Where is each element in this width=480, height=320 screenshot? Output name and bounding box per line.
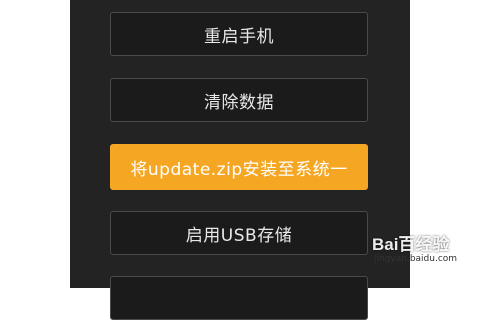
wipe-data-button[interactable]: 清除数据 (110, 78, 368, 122)
next-menu-button[interactable] (110, 276, 368, 320)
install-update-zip-button[interactable]: 将update.zip安装至系统一 (110, 144, 368, 190)
baidu-jingyan-watermark: Bai百经验 jingyan.baidu.com (370, 222, 466, 270)
recovery-screen: 重启手机 清除数据 将update.zip安装至系统一 启用USB存储 (70, 0, 410, 288)
watermark-url: jingyan.baidu.com (374, 254, 457, 264)
reboot-phone-button[interactable]: 重启手机 (110, 12, 368, 56)
enable-usb-storage-button[interactable]: 启用USB存储 (110, 211, 368, 255)
watermark-logo-text: Bai百经验 (372, 230, 449, 255)
